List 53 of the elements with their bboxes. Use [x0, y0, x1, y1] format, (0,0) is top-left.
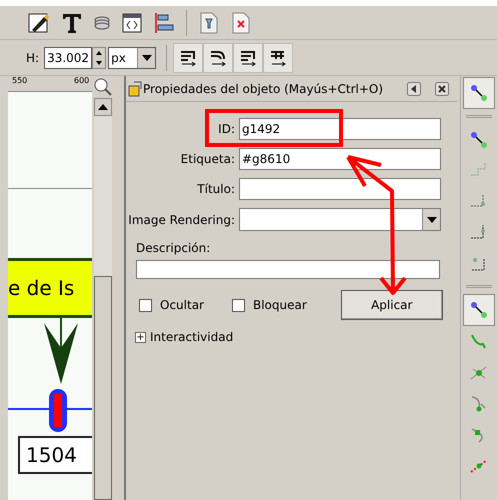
field-label: Título: [196, 181, 236, 198]
close-document-icon[interactable] [231, 12, 251, 34]
tool-button[interactable] [462, 77, 494, 109]
box-label: e de Is [8, 275, 74, 302]
zoom-icon[interactable] [94, 78, 112, 96]
connector-mode-button[interactable] [233, 42, 264, 72]
collapse-icon[interactable] [407, 82, 421, 96]
connector-icon [468, 130, 488, 150]
scroll-up-icon[interactable] [98, 104, 108, 110]
curve-icon [468, 332, 488, 352]
text-tool-icon[interactable] [62, 12, 82, 34]
connector-icon [178, 48, 198, 66]
description-field[interactable] [136, 260, 440, 279]
height-field[interactable]: 33.002 [44, 46, 92, 68]
input-field[interactable] [239, 178, 441, 200]
dropdown[interactable] [239, 208, 441, 231]
tool-button[interactable] [462, 294, 494, 326]
connector-mode-button[interactable] [203, 42, 234, 72]
checkbox[interactable] [139, 298, 152, 312]
ruler-label: 600 [74, 75, 90, 87]
field-label: Image Rendering: [127, 212, 236, 228]
checkbox[interactable] [232, 298, 245, 312]
xml-editor-icon[interactable] [122, 12, 142, 32]
align-icon[interactable] [154, 12, 174, 34]
checkbox-label[interactable]: Bloquear [252, 296, 307, 314]
field-label: ID: [217, 121, 236, 138]
description-label: Descripción: [136, 240, 212, 257]
dropdown-arrow-icon [142, 54, 152, 60]
label-box: 1504 [18, 436, 92, 474]
connector-mode-button[interactable] [263, 42, 294, 72]
checkbox-label[interactable]: Ocultar [160, 296, 204, 314]
connector-mode-button[interactable] [173, 42, 204, 72]
connector-icon [238, 48, 258, 66]
ruler-label: 550 [12, 75, 28, 87]
properties-icon [128, 80, 142, 96]
connector-icon [268, 48, 288, 66]
scrollbar[interactable] [94, 98, 112, 500]
close-icon[interactable] [435, 82, 449, 96]
height-label: H: [26, 50, 40, 66]
expander-label[interactable]: Interactividad [150, 328, 234, 346]
apply-button[interactable]: Aplicar [340, 290, 443, 320]
expander-toggle[interactable]: + [135, 332, 146, 342]
unit-dropdown[interactable]: px [108, 46, 156, 68]
input-field[interactable]: g1492 [239, 118, 441, 140]
dialog-title: Propiedades del objeto (Mayús+Ctrl+O) [143, 80, 384, 98]
spin-button[interactable] [92, 46, 106, 68]
connector-icon [208, 48, 228, 66]
layers-icon[interactable] [94, 16, 110, 30]
field-label: Etiqueta: [180, 151, 236, 168]
input-field[interactable]: #g8610 [239, 148, 441, 170]
connector-icon [468, 83, 488, 103]
pen-icon[interactable] [28, 12, 50, 34]
dropdown-arrow-icon [426, 216, 436, 222]
